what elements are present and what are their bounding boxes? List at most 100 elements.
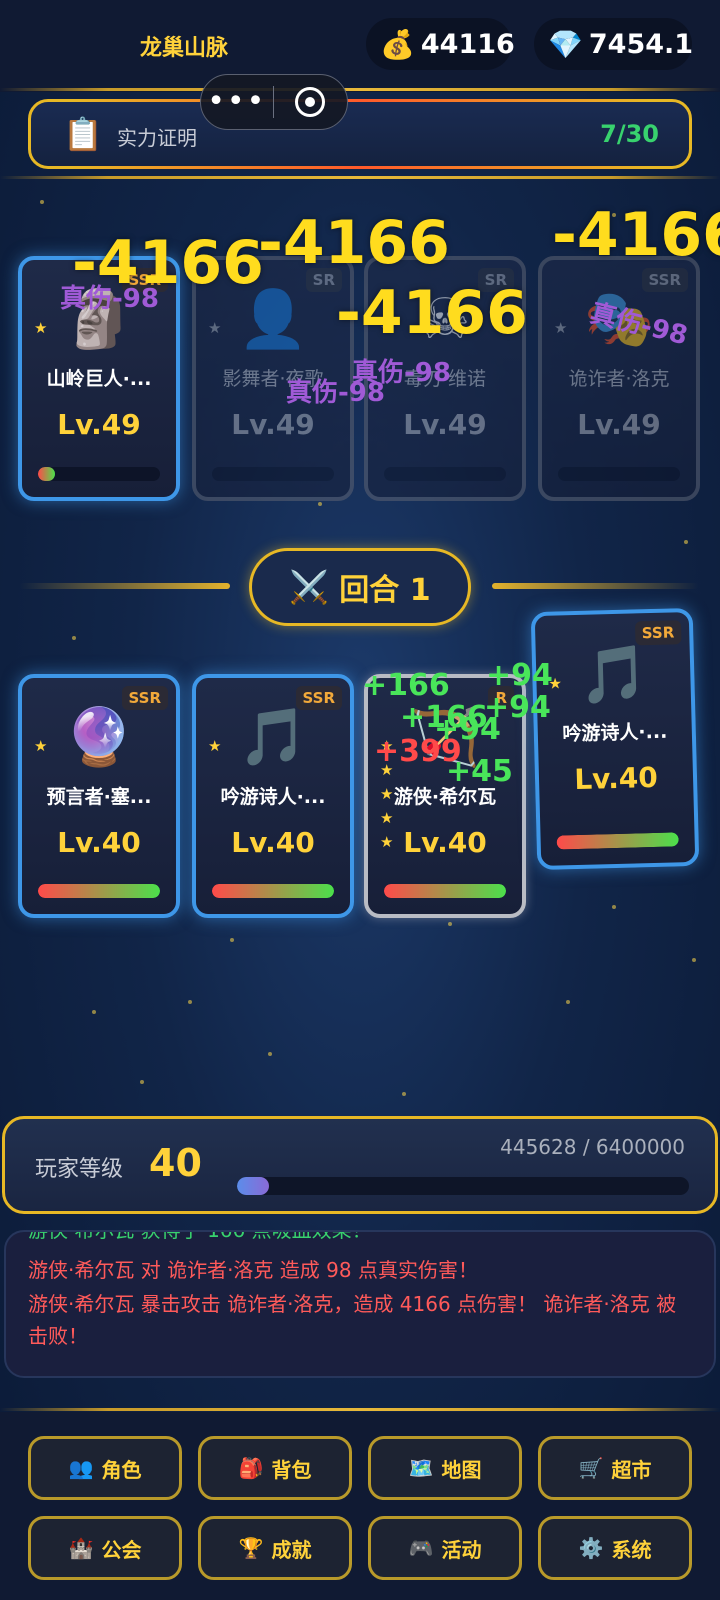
more-options-icon[interactable]: ••• <box>201 87 273 117</box>
true-damage-number: 真伤-98 <box>286 378 385 408</box>
party-card-1[interactable]: SSR ★ 🔮 预言者·塞... Lv.40 <box>18 674 180 918</box>
hero-level: Lv.40 <box>573 760 659 797</box>
menu-label: 成就 <box>271 1537 312 1562</box>
enemy-level: Lv.49 <box>403 408 487 441</box>
hp-bar <box>38 884 160 898</box>
coins-value: 44116 <box>420 28 515 60</box>
enemy-level: Lv.49 <box>231 408 315 441</box>
log-line: 游侠·希尔瓦 获得了 166 点吸血效果！ <box>28 1230 372 1242</box>
log-line: 游侠·希尔瓦 暴击攻击 诡诈者·洛克，造成 4166 点伤害！ 诡诈者·洛克 被… <box>28 1292 677 1348</box>
player-level-label: 玩家等级 <box>35 1157 124 1182</box>
menu-label: 公会 <box>101 1537 142 1562</box>
menu-label: 背包 <box>271 1457 312 1482</box>
quest-progress: 7/30 <box>600 120 659 148</box>
map-icon: 🗺️ <box>408 1456 434 1480</box>
menu-button-shop[interactable]: 🛒 超市 <box>538 1436 692 1500</box>
menu-button-system[interactable]: ⚙️ 系统 <box>538 1516 692 1580</box>
hero-level: Lv.40 <box>403 826 487 859</box>
lifesteal-number: +399 <box>374 734 462 769</box>
log-line: 游侠·希尔瓦 对 诡诈者·洛克 造成 98 点真实伤害！ <box>28 1258 478 1282</box>
damage-number: -4166 <box>552 200 720 270</box>
clipboard-icon: 📋 <box>63 115 103 153</box>
target-icon <box>295 87 326 117</box>
enemy-level: Lv.49 <box>577 408 661 441</box>
hp-bar <box>212 467 334 481</box>
cart-icon: 🛒 <box>578 1456 604 1480</box>
hp-fill <box>38 884 160 898</box>
menu-button-events[interactable]: 🎮 活动 <box>368 1516 522 1580</box>
hp-bar <box>212 884 334 898</box>
hero-name: 预言者·塞... <box>46 786 152 808</box>
true-damage-number: 真伤-98 <box>60 284 159 314</box>
round-line-left <box>20 583 230 589</box>
hp-fill <box>556 832 679 850</box>
hp-fill <box>212 884 334 898</box>
crystal-ball-icon: 🔮 <box>64 705 134 770</box>
hero-level: Lv.40 <box>57 826 141 859</box>
heal-number: +94 <box>486 658 553 693</box>
player-level-value: 40 <box>149 1141 202 1185</box>
backpack-icon: 🎒 <box>238 1456 264 1480</box>
round-line-right <box>492 583 698 589</box>
hp-bar <box>384 467 506 481</box>
menu-label: 角色 <box>101 1457 142 1482</box>
hp-bar <box>558 467 680 481</box>
hp-bar <box>38 467 160 481</box>
location-name: 龙巢山脉 <box>140 36 229 61</box>
gems-display: 💎 7454.1 <box>534 18 694 70</box>
menu-button-guild[interactable]: 🏰 公会 <box>28 1516 182 1580</box>
trophy-icon: 🏆 <box>238 1536 264 1560</box>
enemy-level: Lv.49 <box>57 408 141 441</box>
music-note-icon: 🎵 <box>577 642 650 709</box>
menu-button-characters[interactable]: 👥 角色 <box>28 1436 182 1500</box>
party-card-4-active[interactable]: SSR ★ 🎵 吟游诗人·... Lv.40 <box>530 607 700 871</box>
music-note-icon: 🎵 <box>238 705 308 770</box>
hero-level: Lv.40 <box>231 826 315 859</box>
hero-name: 吟游诗人·... <box>220 786 326 808</box>
damage-number: -4166 <box>258 208 450 278</box>
menu-label: 系统 <box>611 1537 652 1562</box>
xp-text: 445628 / 6400000 <box>500 1135 685 1159</box>
player-level-panel: 玩家等级 40 445628 / 6400000 <box>2 1116 718 1214</box>
castle-icon: 🏰 <box>68 1536 94 1560</box>
hp-fill <box>384 884 506 898</box>
quest-banner[interactable]: 📋 实力证明 7/30 <box>28 99 692 169</box>
heal-number: +166 <box>362 668 450 703</box>
gamepad-icon: 🎮 <box>408 1536 434 1560</box>
round-label: 回合 1 <box>339 573 431 608</box>
menu-label: 地图 <box>441 1457 482 1482</box>
quest-title: 实力证明 <box>117 126 197 150</box>
quest-divider <box>0 176 720 179</box>
top-bar: 龙巢山脉 💰 44116 💎 7454.1 <box>0 0 720 92</box>
close-miniprogram-button[interactable] <box>274 87 348 117</box>
enemy-name: 山岭巨人·... <box>46 368 152 390</box>
party-card-2[interactable]: SSR ★ 🎵 吟游诗人·... Lv.40 <box>192 674 354 918</box>
diamond-icon: 💎 <box>548 27 583 61</box>
menu-button-achievements[interactable]: 🏆 成就 <box>198 1516 352 1580</box>
enemy-card-4[interactable]: SSR ★ 🎭 诡诈者·洛克 Lv.49 <box>538 256 700 501</box>
crossed-swords-icon: ⚔️ <box>289 568 330 606</box>
bottom-menu: 👥 角色 🎒 背包 🗺️ 地图 🛒 超市 🏰 公会 🏆 成就 🎮 活动 ⚙️ 系统 <box>0 1412 720 1600</box>
xp-fill <box>237 1177 269 1195</box>
menu-label: 活动 <box>441 1537 482 1562</box>
gems-value: 7454.1 <box>588 28 694 60</box>
menu-divider <box>0 1408 720 1411</box>
people-icon: 👥 <box>68 1456 94 1480</box>
damage-number: -4166 <box>336 278 528 348</box>
menu-button-backpack[interactable]: 🎒 背包 <box>198 1436 352 1500</box>
menu-button-map[interactable]: 🗺️ 地图 <box>368 1436 522 1500</box>
hp-bar <box>556 832 679 850</box>
round-banner: ⚔️ 回合 1 <box>249 548 471 626</box>
coins-display: 💰 44116 <box>366 18 515 70</box>
hp-fill <box>38 467 56 481</box>
miniprogram-capsule: ••• <box>200 74 348 130</box>
hero-name: 吟游诗人·... <box>562 720 668 746</box>
battle-log[interactable]: 游侠·希尔瓦 获得了 166 点吸血效果！ 游侠·希尔瓦 对 诡诈者·洛克 造成… <box>4 1230 716 1378</box>
xp-bar <box>237 1177 689 1195</box>
menu-label: 超市 <box>611 1457 652 1482</box>
top-divider <box>0 88 720 91</box>
hp-bar <box>384 884 506 898</box>
enemy-name: 诡诈者·洛克 <box>568 368 670 390</box>
money-bag-icon: 💰 <box>380 27 415 61</box>
gear-icon: ⚙️ <box>578 1536 604 1560</box>
